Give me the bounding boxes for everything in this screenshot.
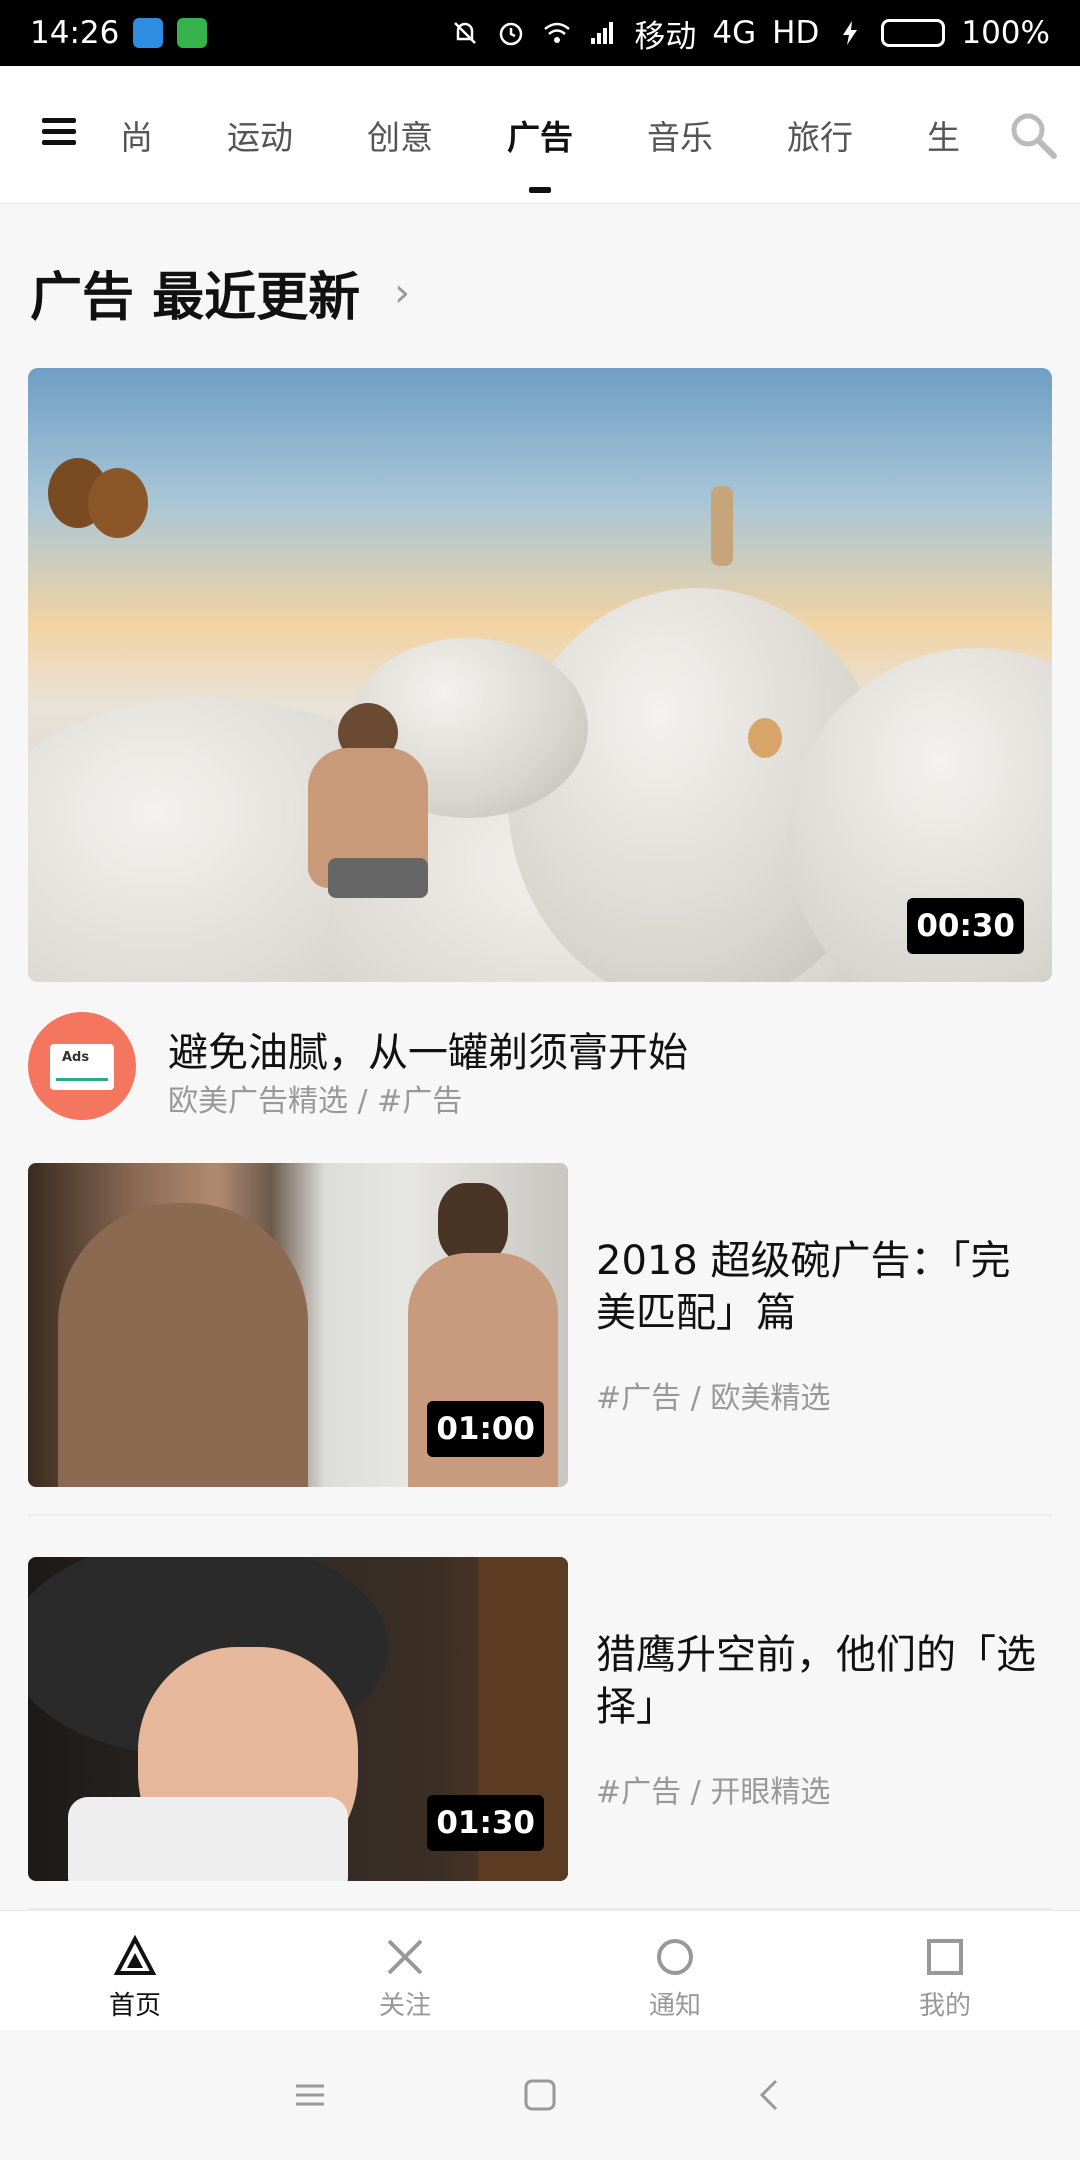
hd-label: HD [772, 15, 820, 51]
video-title[interactable]: 2018 超级碗广告：「完美匹配」篇 [596, 1235, 1046, 1339]
back-icon[interactable] [750, 2075, 790, 2115]
tab-music[interactable]: 音乐 [647, 111, 713, 159]
video-duration: 00:30 [907, 898, 1024, 954]
network-label: 4G [712, 15, 757, 51]
battery-icon [881, 19, 946, 47]
featured-video-info[interactable]: Ads 避免油腻，从一罐剃须膏开始 欧美广告精选 / #广告 [28, 1012, 1052, 1124]
list-divider [28, 1514, 1052, 1516]
status-time: 14:26 [30, 15, 120, 51]
status-bar: 14:26 移动 4G HD 100% [0, 0, 1080, 66]
search-icon[interactable] [1006, 108, 1062, 164]
charging-icon [843, 21, 858, 45]
section-title: 广告 最近更新 [30, 268, 361, 328]
nav-follow[interactable]: 关注 [270, 1911, 540, 2030]
video-duration: 01:30 [427, 1795, 544, 1851]
square-profile-icon [927, 1939, 963, 1975]
tab-fashion[interactable]: 尚 [120, 111, 153, 159]
list-item[interactable]: 01:00 2018 超级碗广告：「完美匹配」篇 #广告 / 欧美精选 [28, 1163, 1052, 1487]
featured-video-title[interactable]: 避免油腻，从一罐剃须膏开始 [168, 1020, 688, 1078]
recent-apps-icon[interactable] [290, 2075, 330, 2115]
category-tabs: 尚 运动 创意 广告 音乐 旅行 生 [120, 66, 1034, 203]
section-header[interactable]: 广告 最近更新 › [30, 255, 410, 330]
usb-notification-icon [133, 18, 164, 48]
featured-video-tags: 欧美广告精选 / #广告 [168, 1084, 463, 1119]
carrier-label: 移动 [634, 18, 697, 55]
alarm-icon [500, 22, 523, 46]
nav-notifications[interactable]: 通知 [540, 1911, 810, 2030]
signal-icon [591, 22, 614, 44]
nav-home[interactable]: 首页 [0, 1911, 270, 2030]
channel-avatar[interactable]: Ads [28, 1012, 136, 1120]
category-nav: 尚 运动 创意 广告 音乐 旅行 生 [0, 66, 1080, 204]
video-duration: 01:00 [427, 1401, 544, 1457]
video-thumbnail[interactable]: 01:30 [28, 1557, 568, 1881]
video-tags: #广告 / 开眼精选 [596, 1775, 831, 1810]
wifi-icon [544, 22, 571, 43]
bottom-nav: 首页 关注 通知 我的 [0, 1910, 1080, 2030]
home-square-icon[interactable] [520, 2075, 560, 2115]
app-notification-icon [177, 18, 208, 48]
featured-video-thumbnail[interactable]: 00:30 [28, 368, 1052, 982]
menu-icon[interactable] [42, 118, 76, 148]
tab-ads[interactable]: 广告 [507, 111, 573, 159]
system-nav-bar [0, 2030, 1080, 2160]
video-tags: #广告 / 欧美精选 [596, 1381, 831, 1416]
video-title[interactable]: 猎鹰升空前，他们的「选择」 [596, 1629, 1046, 1733]
tab-creative[interactable]: 创意 [367, 111, 433, 159]
circle-notify-icon [657, 1939, 693, 1975]
tab-travel[interactable]: 旅行 [787, 111, 853, 159]
chevron-right-icon: › [394, 269, 411, 316]
tab-life[interactable]: 生 [927, 111, 960, 159]
list-item[interactable]: 01:30 猎鹰升空前，他们的「选择」 #广告 / 开眼精选 [28, 1557, 1052, 1881]
nav-profile[interactable]: 我的 [810, 1911, 1080, 2030]
video-thumbnail[interactable]: 01:00 [28, 1163, 568, 1487]
tab-sports[interactable]: 运动 [227, 111, 293, 159]
triangle-home-icon [113, 1935, 157, 1975]
mute-bell-icon [454, 22, 477, 44]
battery-percent: 100% [961, 15, 1050, 51]
cross-follow-icon [387, 1939, 423, 1975]
